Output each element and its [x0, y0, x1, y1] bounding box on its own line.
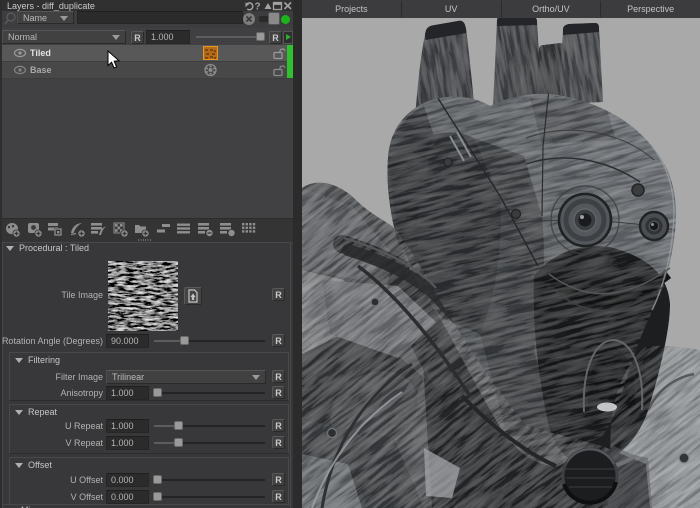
svg-text:?: ? [255, 2, 261, 12]
